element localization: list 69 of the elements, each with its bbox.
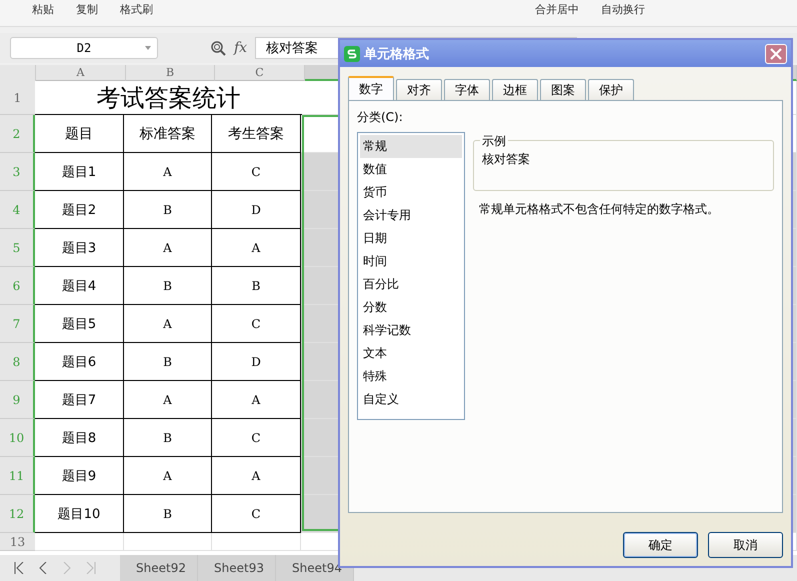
table-cell: B (124, 267, 212, 305)
table-cell: 题目8 (35, 419, 124, 457)
column-header[interactable]: B (126, 65, 215, 81)
category-item[interactable]: 日期 (360, 227, 462, 250)
sheet-title: 考试答案统计 (35, 81, 302, 115)
row-header[interactable]: 1 (0, 81, 35, 115)
toolbar-button[interactable]: 格式刷 (116, 0, 157, 19)
dialog-tab[interactable]: 边框 (492, 79, 538, 100)
zoom-icon[interactable] (210, 40, 226, 56)
table-cell: 题目3 (35, 229, 124, 267)
category-item[interactable]: 会计专用 (360, 204, 462, 227)
table-cell: A (124, 457, 212, 495)
dialog-tab[interactable]: 图案 (540, 79, 586, 100)
close-icon (770, 48, 782, 60)
table-cell: A (124, 381, 212, 419)
category-item[interactable]: 百分比 (360, 273, 462, 296)
name-box[interactable]: D2 (10, 37, 158, 59)
dialog-title: 单元格格式 (364, 46, 430, 62)
table-cell: 题目9 (35, 457, 124, 495)
dialog-tab[interactable]: 数字 (348, 76, 394, 100)
sheet-tab[interactable]: Sheet94 (276, 555, 354, 581)
table-cell: 题目5 (35, 305, 124, 343)
toolbar-button[interactable]: 合并居中 (531, 0, 583, 19)
category-item[interactable]: 文本 (360, 342, 462, 365)
previous-sheet-icon[interactable] (38, 562, 48, 574)
toolbar-button[interactable]: 自动换行 (597, 0, 649, 19)
close-button[interactable] (765, 44, 787, 64)
table-cell: 题目2 (35, 191, 124, 229)
toolbar-button[interactable]: 复制 (72, 0, 102, 19)
table-cell: 题目7 (35, 381, 124, 419)
toolbar-button[interactable]: 粘贴 (28, 0, 58, 19)
ok-button[interactable]: 确定 (623, 532, 698, 558)
table-cell: B (124, 343, 212, 381)
category-item[interactable]: 科学记数 (360, 319, 462, 342)
dialog-tab[interactable]: 字体 (444, 79, 490, 100)
table-cell: B (124, 419, 212, 457)
sample-label: 示例 (480, 133, 508, 150)
table-cell: B (124, 191, 212, 229)
column-header[interactable]: A (36, 65, 126, 81)
sheet-tab[interactable]: Sheet93 (198, 555, 276, 581)
table-cell: 题目4 (35, 267, 124, 305)
sheet-tab[interactable]: Sheet92 (120, 555, 198, 581)
dialog-tab[interactable]: 对齐 (396, 79, 442, 100)
table-cell: A (124, 153, 212, 191)
table-cell: 题目10 (35, 495, 124, 533)
table-cell: B (124, 495, 212, 533)
app-logo-icon (344, 46, 360, 62)
category-item[interactable]: 分数 (360, 296, 462, 319)
category-item[interactable]: 时间 (360, 250, 462, 273)
table-cell: 题目1 (35, 153, 124, 191)
first-sheet-icon[interactable] (14, 562, 24, 574)
function-button[interactable]: fx (234, 40, 248, 56)
table-cell: 题目 (35, 115, 124, 153)
format-description: 常规单元格格式不包含任何特定的数字格式。 (478, 201, 720, 218)
category-item[interactable]: 自定义 (360, 388, 462, 411)
category-item[interactable]: 货币 (360, 181, 462, 204)
dialog-tab[interactable]: 保护 (588, 79, 634, 100)
table-cell: A (124, 305, 212, 343)
category-list[interactable]: 常规 数值 货币 会计专用 日期 时间 百分比 分数 科学记数 文本 特殊 自定义 (357, 132, 465, 420)
category-item[interactable]: 常规 (360, 135, 462, 158)
sample-value: 核对答案 (482, 151, 531, 168)
cancel-button[interactable]: 取消 (708, 532, 783, 558)
table-cell: 标准答案 (124, 115, 212, 153)
table-cell: A (124, 229, 212, 267)
category-label: 分类(C): (357, 109, 404, 126)
row-header[interactable]: 13 (0, 533, 35, 551)
table-cell: 题目6 (35, 343, 124, 381)
category-item[interactable]: 数值 (360, 158, 462, 181)
category-item[interactable]: 特殊 (360, 365, 462, 388)
